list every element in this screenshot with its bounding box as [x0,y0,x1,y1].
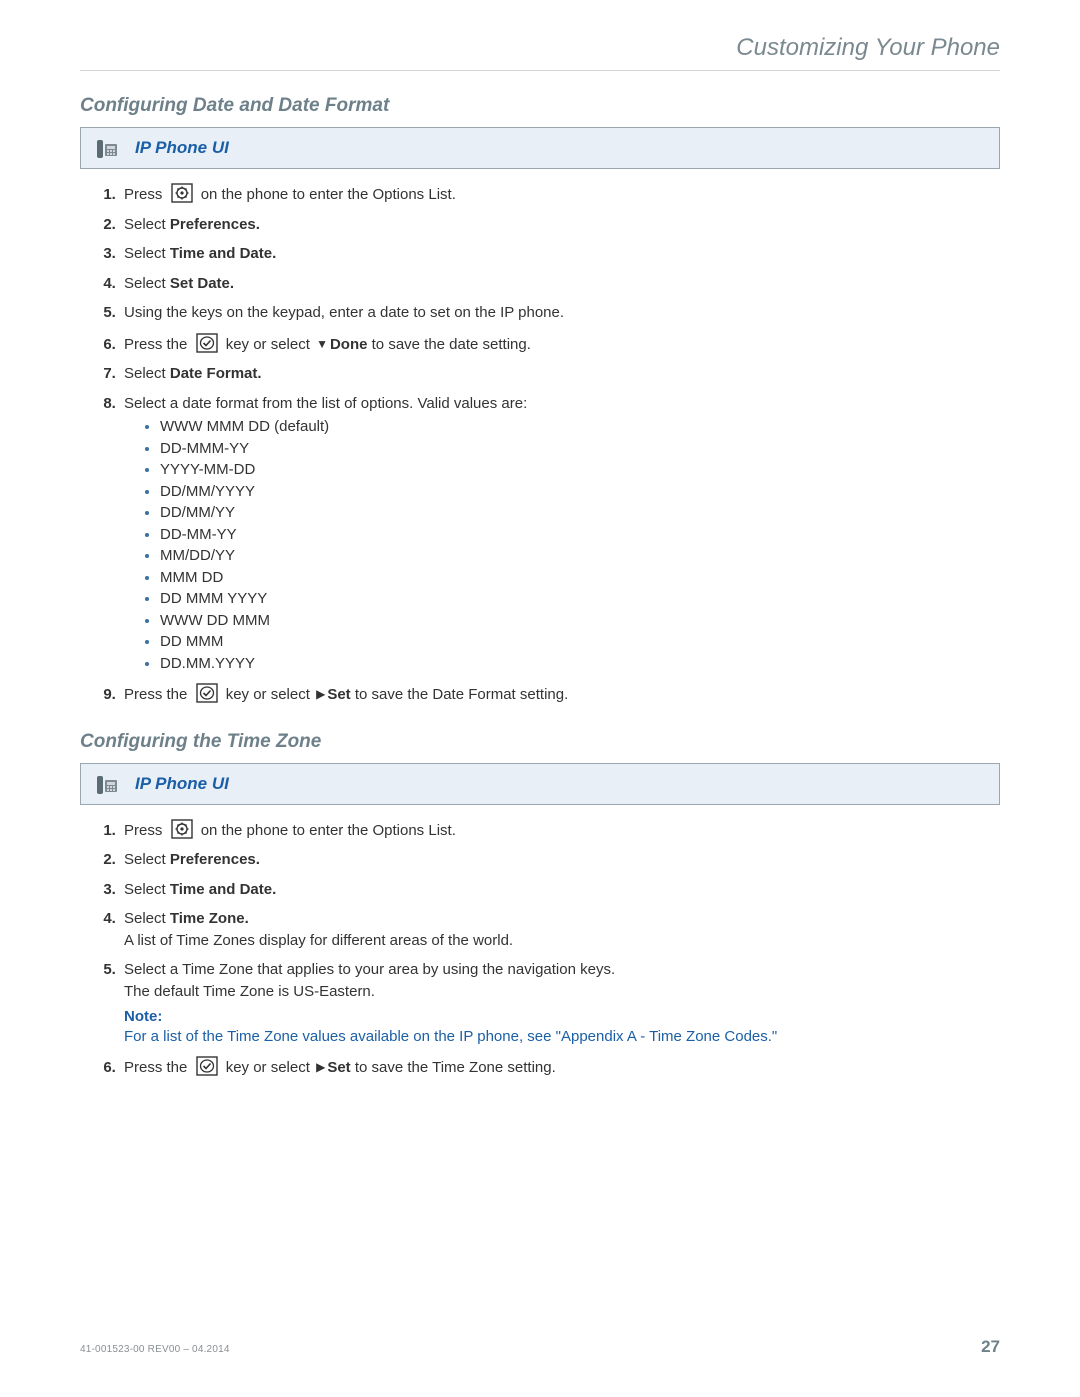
list-item: MMM DD [160,568,1000,588]
step-6: Press the key or select ▶Set to save the… [120,1056,1000,1078]
steps-list-timezone: Press [80,819,1000,1078]
date-format-list: WWW MMM DD (default) DD-MMM-YY YYYY-MM-D… [142,417,1000,673]
step-4: Select Set Date. [120,274,1000,294]
step-5: Using the keys on the keypad, enter a da… [120,303,1000,323]
steps-list-date: Press [80,183,1000,705]
check-key-icon [196,1056,218,1076]
ui-banner-timezone: IP Phone UI [80,763,1000,805]
step-6: Press the key or select ▼Done to save th… [120,333,1000,355]
step-2: Select Preferences. [120,850,1000,870]
step-8: Select a date format from the list of op… [120,394,1000,674]
section-title-timezone: Configuring the Time Zone [80,731,1000,753]
step-9: Press the key or select ▶Set to save the… [120,683,1000,705]
doc-id: 41-001523-00 REV00 – 04.2014 [80,1344,230,1355]
step-subtext: The default Time Zone is US-Eastern. [124,982,1000,1002]
right-triangle-icon: ▶ [316,1060,325,1076]
list-item: MM/DD/YY [160,546,1000,566]
page: Customizing Your Phone Configuring Date … [0,0,1080,1397]
gear-key-icon [171,183,193,203]
gear-key-icon [171,819,193,839]
step-1: Press [120,819,1000,841]
down-triangle-icon: ▼ [316,337,328,353]
ui-banner-title: IP Phone UI [135,774,229,794]
step-5: Select a Time Zone that applies to your … [120,960,1000,1046]
list-item: YYYY-MM-DD [160,460,1000,480]
ui-banner-title: IP Phone UI [135,138,229,158]
deskphone-icon [93,770,121,798]
note-label: Note: [124,1007,1000,1027]
step-2: Select Preferences. [120,215,1000,235]
list-item: DD MMM [160,632,1000,652]
check-key-icon [196,683,218,703]
page-footer: 41-001523-00 REV00 – 04.2014 27 [80,1337,1000,1357]
xref-appendix-a[interactable]: "Appendix A - Time Zone Codes." [556,1028,778,1045]
list-item: DD.MM.YYYY [160,654,1000,674]
list-item: DD-MMM-YY [160,439,1000,459]
right-triangle-icon: ▶ [316,687,325,703]
list-item: DD/MM/YY [160,503,1000,523]
list-item: DD MMM YYYY [160,589,1000,609]
step-3: Select Time and Date. [120,880,1000,900]
step-3: Select Time and Date. [120,244,1000,264]
running-header: Customizing Your Phone [80,34,1000,70]
step-1: Press [120,183,1000,205]
list-item: WWW MMM DD (default) [160,417,1000,437]
deskphone-icon [93,134,121,162]
step-7: Select Date Format. [120,364,1000,384]
note-body: For a list of the Time Zone values avail… [124,1027,1000,1047]
step-4: Select Time Zone. A list of Time Zones d… [120,909,1000,950]
check-key-icon [196,333,218,353]
list-item: WWW DD MMM [160,611,1000,631]
list-item: DD/MM/YYYY [160,482,1000,502]
page-number: 27 [981,1337,1000,1357]
header-rule [80,70,1000,71]
step-subtext: A list of Time Zones display for differe… [124,931,1000,951]
section-title-date: Configuring Date and Date Format [80,95,1000,117]
list-item: DD-MM-YY [160,525,1000,545]
ui-banner-date: IP Phone UI [80,127,1000,169]
